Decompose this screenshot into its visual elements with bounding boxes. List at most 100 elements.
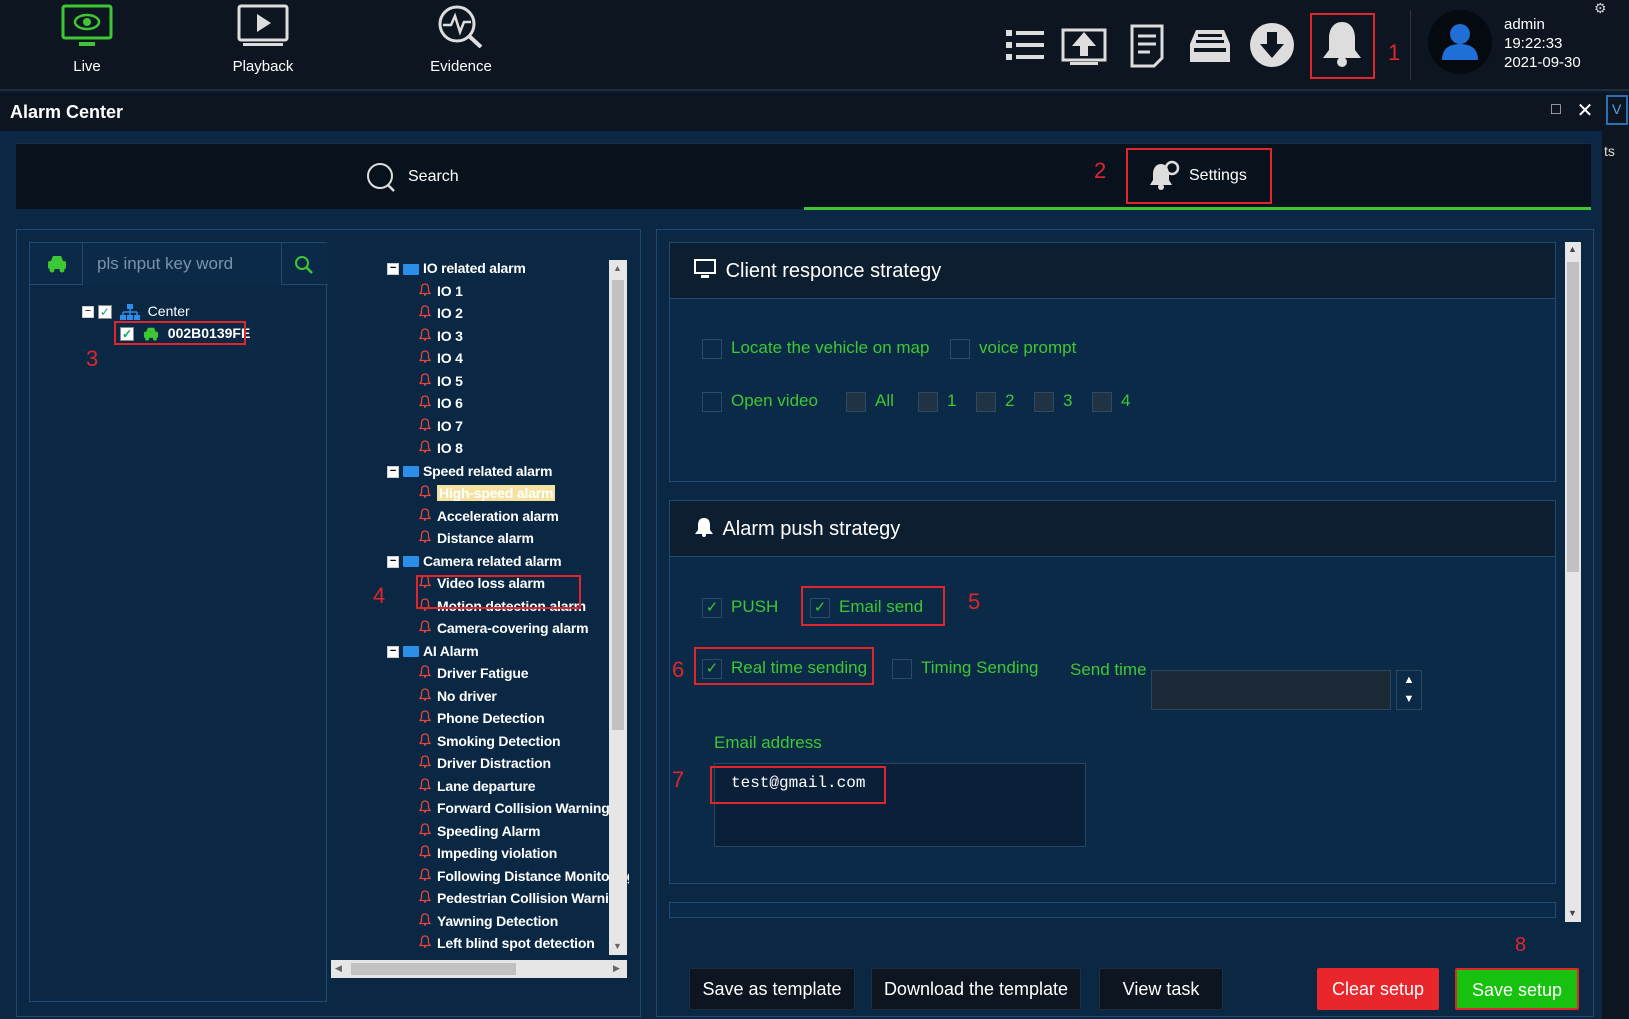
open-video-checkbox[interactable]: Open video [702, 391, 818, 412]
push-checkbox[interactable]: ✓ PUSH [702, 597, 778, 618]
maximize-button[interactable]: □ [1546, 101, 1566, 121]
settings-vertical-scrollbar[interactable]: ▲ ▼ [1565, 242, 1581, 922]
checkbox-box-checked[interactable]: ✓ [702, 597, 722, 618]
alarm-item[interactable]: Impeding violation [418, 845, 557, 861]
scroll-down-icon[interactable]: ▼ [1568, 908, 1577, 918]
alarm-item-label: High-speed alarm [437, 485, 556, 501]
download-template-button[interactable]: Download the template [871, 968, 1081, 1010]
checkbox-box[interactable] [1034, 391, 1054, 412]
locate-on-map-checkbox[interactable]: Locate the vehicle on map [702, 338, 929, 359]
checkbox-box[interactable] [1092, 391, 1112, 412]
collapse-icon[interactable]: − [387, 645, 399, 658]
download-icon[interactable] [1248, 20, 1296, 70]
scroll-up-icon[interactable]: ▲ [1568, 244, 1577, 254]
nav-evidence[interactable]: Evidence [406, 4, 516, 88]
collapse-icon[interactable]: − [82, 306, 94, 319]
inbox-icon[interactable] [1186, 20, 1234, 70]
alarm-item[interactable]: Yawning Detection [418, 913, 558, 929]
scroll-left-icon[interactable]: ◀ [335, 963, 342, 974]
tab-search-label: Search [408, 168, 459, 185]
avatar[interactable] [1428, 10, 1492, 74]
alarm-group[interactable]: − Camera related alarm [387, 553, 562, 569]
stepper-down-icon[interactable]: ▼ [1397, 690, 1421, 709]
stepper-up-icon[interactable]: ▲ [1397, 671, 1421, 690]
save-setup-button[interactable]: Save setup [1455, 968, 1579, 1010]
save-as-template-button[interactable]: Save as template [689, 968, 855, 1010]
alarm-item[interactable]: IO 2 [418, 305, 463, 321]
channel-all-checkbox[interactable]: All [846, 391, 894, 412]
scroll-thumb[interactable] [1567, 262, 1579, 572]
list-icon[interactable] [1002, 20, 1050, 70]
alarm-item[interactable]: Lane departure [418, 778, 536, 794]
alarm-item-label: Left blind spot detection [437, 935, 595, 951]
device-search-input[interactable] [82, 243, 282, 285]
alarm-item[interactable]: Phone Detection [418, 710, 545, 726]
alarm-item[interactable]: Camera-covering alarm [418, 620, 589, 636]
report-icon[interactable] [1124, 20, 1172, 70]
tab-settings[interactable]: 2 Settings [804, 144, 1591, 210]
checkbox-box[interactable] [892, 658, 912, 679]
send-time-input[interactable] [1151, 670, 1391, 710]
checkbox-box[interactable] [918, 391, 938, 412]
gear-icon[interactable]: ⚙ [1594, 0, 1614, 16]
scroll-right-icon[interactable]: ▶ [613, 963, 620, 974]
alarm-item[interactable]: High-speed alarm [418, 485, 556, 501]
alarm-group[interactable]: − IO related alarm [387, 260, 526, 276]
scroll-up-icon[interactable]: ▲ [613, 263, 622, 273]
alarm-item[interactable]: IO 5 [418, 373, 463, 389]
checkbox-box[interactable] [846, 391, 866, 412]
checkbox-box[interactable] [702, 391, 722, 412]
alarm-item[interactable]: IO 7 [418, 418, 463, 434]
bell-outline-icon [418, 890, 433, 906]
scroll-down-icon[interactable]: ▼ [613, 941, 622, 951]
alarm-group[interactable]: − AI Alarm [387, 643, 479, 659]
alarm-item[interactable]: Distance alarm [418, 530, 534, 546]
nav-playback[interactable]: Playback [208, 4, 318, 88]
send-time-stepper[interactable]: ▲ ▼ [1396, 670, 1422, 710]
tree-root-center[interactable]: − ✓ Center [82, 303, 190, 321]
collapse-icon[interactable]: − [387, 555, 399, 568]
channel-4-checkbox[interactable]: 4 [1092, 391, 1130, 412]
alarm-item[interactable]: Forward Collision Warning [418, 800, 610, 816]
root-checkbox[interactable]: ✓ [97, 305, 112, 320]
clock-time: 19:22:33 [1504, 35, 1563, 52]
alarm-item[interactable]: Driver Distraction [418, 755, 551, 771]
channel-2-checkbox[interactable]: 2 [976, 391, 1014, 412]
background-tab[interactable]: V [1606, 95, 1628, 125]
view-task-button[interactable]: View task [1099, 968, 1223, 1010]
alarm-item[interactable]: Left blind spot detection [418, 935, 595, 951]
alarm-item[interactable]: IO 6 [418, 395, 463, 411]
clear-setup-button[interactable]: Clear setup [1317, 968, 1439, 1010]
scroll-thumb[interactable] [351, 963, 516, 975]
alarm-group[interactable]: − Speed related alarm [387, 463, 552, 479]
upload-icon[interactable] [1060, 20, 1108, 70]
channel-1-checkbox[interactable]: 1 [918, 391, 956, 412]
alarm-tree-horizontal-scrollbar[interactable]: ◀ ▶ [331, 960, 627, 978]
alarm-item[interactable]: Driver Fatigue [418, 665, 529, 681]
alarm-item[interactable]: IO 1 [418, 283, 463, 299]
close-button[interactable]: ✕ [1574, 98, 1596, 122]
voice-prompt-checkbox[interactable]: voice prompt [950, 338, 1076, 359]
alarm-item[interactable]: IO 3 [418, 328, 463, 344]
checkbox-box[interactable] [950, 338, 970, 359]
collapse-icon[interactable]: − [387, 263, 399, 276]
alarm-item[interactable]: No driver [418, 688, 497, 704]
alarm-item[interactable]: Following Distance Monitoring [418, 868, 629, 884]
alarm-tree-vertical-scrollbar[interactable]: ▲ ▼ [609, 260, 627, 955]
timing-sending-checkbox[interactable]: Timing Sending [892, 658, 1039, 679]
search-icon[interactable] [294, 255, 314, 275]
checkbox-box[interactable] [702, 338, 722, 359]
checkbox-box[interactable] [976, 391, 996, 412]
alarm-item[interactable]: Smoking Detection [418, 733, 561, 749]
nav-live[interactable]: Live [32, 4, 142, 88]
tab-search[interactable]: Search [16, 144, 804, 210]
scroll-thumb[interactable] [612, 280, 624, 730]
alarm-item[interactable]: Acceleration alarm [418, 508, 559, 524]
alarm-item[interactable]: Speeding Alarm [418, 823, 540, 839]
alarm-item[interactable]: IO 8 [418, 440, 463, 456]
alarm-item[interactable]: Pedestrian Collision Warning [418, 890, 626, 906]
alarm-item[interactable]: IO 4 [418, 350, 463, 366]
channel-3-checkbox[interactable]: 3 [1034, 391, 1072, 412]
collapse-icon[interactable]: − [387, 465, 399, 478]
org-tree-icon [119, 304, 140, 321]
